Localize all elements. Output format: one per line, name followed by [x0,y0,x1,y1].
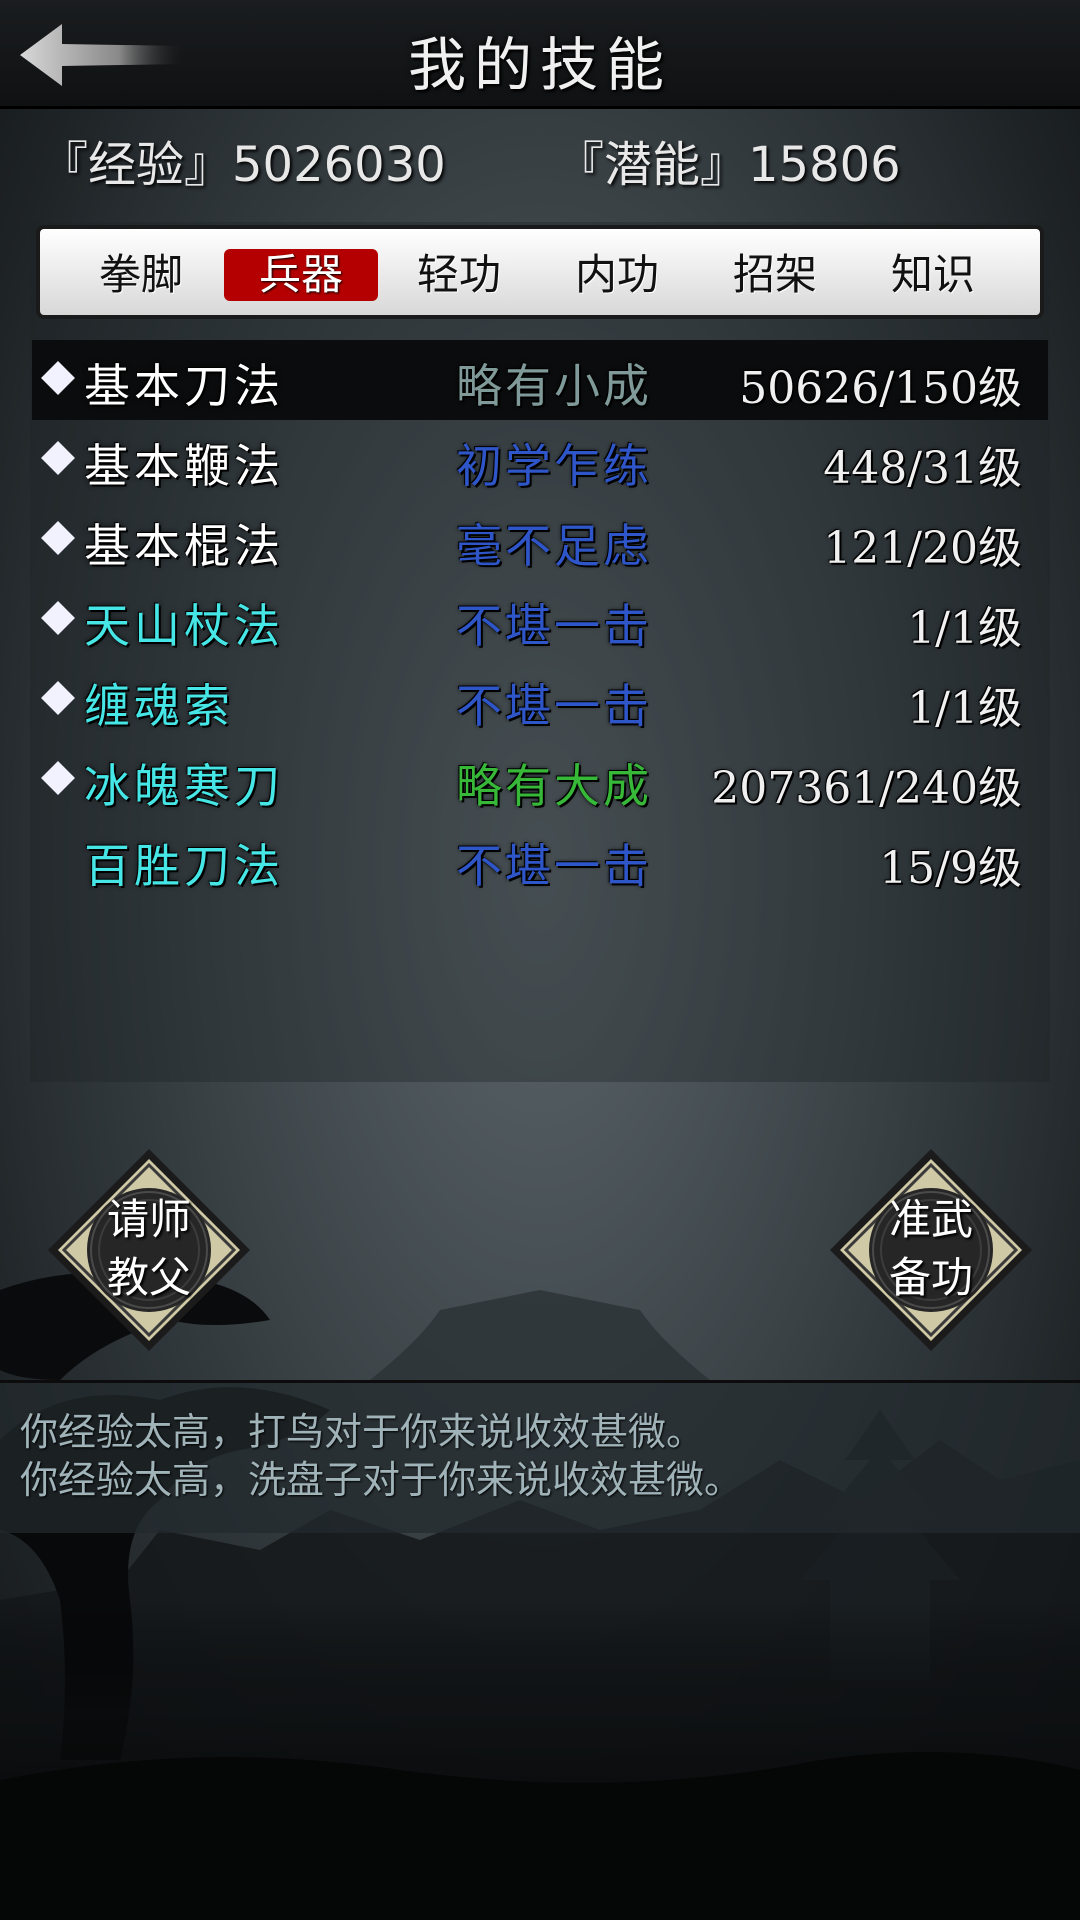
skill-name: 冰魄寒刀 [84,759,284,813]
skill-name: 基本鞭法 [84,439,284,493]
message-log: 你经验太高，打鸟对于你来说收效甚微。 你经验太高，洗盘子对于你来说收效甚微。 [0,1380,1080,1533]
skill-name: 基本刀法 [84,359,284,413]
tab-bingqi[interactable]: 兵器 [224,249,378,301]
category-tabs: 拳脚 兵器 轻功 内功 招架 知识 [36,225,1044,319]
diamond-bullet-icon [41,361,75,395]
skill-progress: 448/31级 [823,443,1022,494]
skill-row[interactable]: 百胜刀法 不堪一击 15/9级 [32,820,1048,900]
skill-row[interactable]: 基本棍法 毫不足虑 121/20级 [32,500,1048,580]
skill-name: 百胜刀法 [84,839,284,893]
skill-level-text: 略有大成 [456,759,652,813]
skill-level-text: 不堪一击 [456,679,652,733]
ask-master-label: 请师 教父 [106,1195,191,1302]
diamond-bullet-icon [41,761,75,795]
skill-progress: 1/1级 [907,683,1022,734]
skill-row[interactable]: 冰魄寒刀 略有大成 207361/240级 [32,740,1048,820]
skill-level-text: 不堪一击 [456,839,652,893]
prepare-skills-label: 准武 备功 [888,1195,973,1302]
skill-progress: 121/20级 [823,523,1022,574]
tab-quanjiao[interactable]: 拳脚 [64,249,218,301]
tab-zhishi[interactable]: 知识 [856,249,1010,301]
tab-zhaojia[interactable]: 招架 [698,249,852,301]
potential-stat: 『潜能』15806 [556,137,901,193]
tab-neigong[interactable]: 内功 [540,249,694,301]
diamond-bullet-icon [41,601,75,635]
experience-stat: 『经验』5026030 [40,137,446,193]
skill-level-text: 初学乍练 [456,439,652,493]
skill-row[interactable]: 天山杖法 不堪一击 1/1级 [32,580,1048,660]
skill-progress: 207361/240级 [711,763,1022,814]
skill-level-text: 不堪一击 [456,599,652,653]
skill-name: 天山杖法 [84,599,284,653]
diamond-bullet-icon [41,681,75,715]
ask-master-button[interactable]: 请师 教父 [44,1145,254,1355]
skill-row[interactable]: 基本刀法 略有小成 50626/150级 [32,340,1048,420]
skill-name: 基本棍法 [84,519,284,573]
page-title: 我的技能 [407,31,672,99]
skill-progress: 50626/150级 [739,363,1022,414]
top-bar: 我的技能 [0,0,1080,109]
log-line: 你经验太高，洗盘子对于你来说收效甚微。 [20,1458,743,1502]
skill-row[interactable]: 基本鞭法 初学乍练 448/31级 [32,420,1048,500]
skill-row[interactable]: 缠魂索 不堪一击 1/1级 [32,660,1048,740]
skill-progress: 1/1级 [907,603,1022,654]
prepare-skills-button[interactable]: 准武 备功 [826,1145,1036,1355]
diamond-bullet-icon [41,441,75,475]
stats-bar: 『经验』5026030 『潜能』15806 [0,125,1080,195]
skill-level-text: 毫不足虑 [456,519,652,573]
skill-name: 缠魂索 [84,679,234,733]
skill-progress: 15/9级 [879,843,1022,894]
tab-qinggong[interactable]: 轻功 [382,249,536,301]
skill-level-text: 略有小成 [456,359,652,413]
diamond-bullet-icon [41,521,75,555]
log-line: 你经验太高，打鸟对于你来说收效甚微。 [20,1410,705,1454]
